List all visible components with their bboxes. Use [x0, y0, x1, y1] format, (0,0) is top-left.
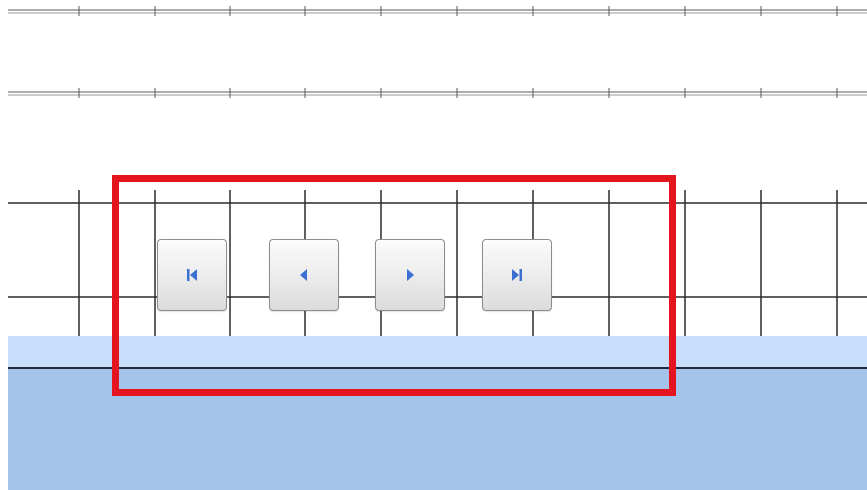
left-margin — [0, 0, 8, 490]
screenshot-canvas — [0, 0, 867, 490]
highlight-annotation-box — [112, 175, 676, 396]
